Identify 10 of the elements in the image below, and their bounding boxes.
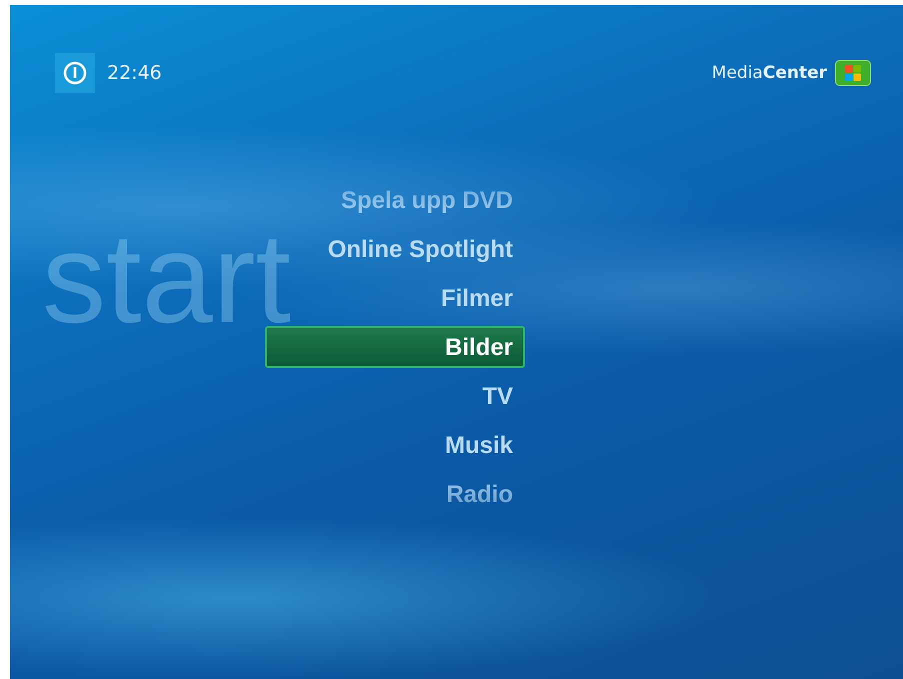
menu-item[interactable]: Radio bbox=[265, 473, 525, 515]
power-button[interactable] bbox=[55, 53, 95, 93]
power-icon bbox=[63, 61, 87, 85]
menu-item[interactable]: TV bbox=[265, 375, 525, 417]
menu-item[interactable]: Musik bbox=[265, 424, 525, 466]
menu-item[interactable]: Spela upp DVD bbox=[265, 179, 525, 221]
brand-name: MediaCenter bbox=[712, 63, 827, 83]
window-flag-logo-icon bbox=[835, 60, 871, 86]
clock-time: 22:46 bbox=[107, 62, 162, 84]
menu-item[interactable]: Bilder bbox=[265, 326, 525, 368]
